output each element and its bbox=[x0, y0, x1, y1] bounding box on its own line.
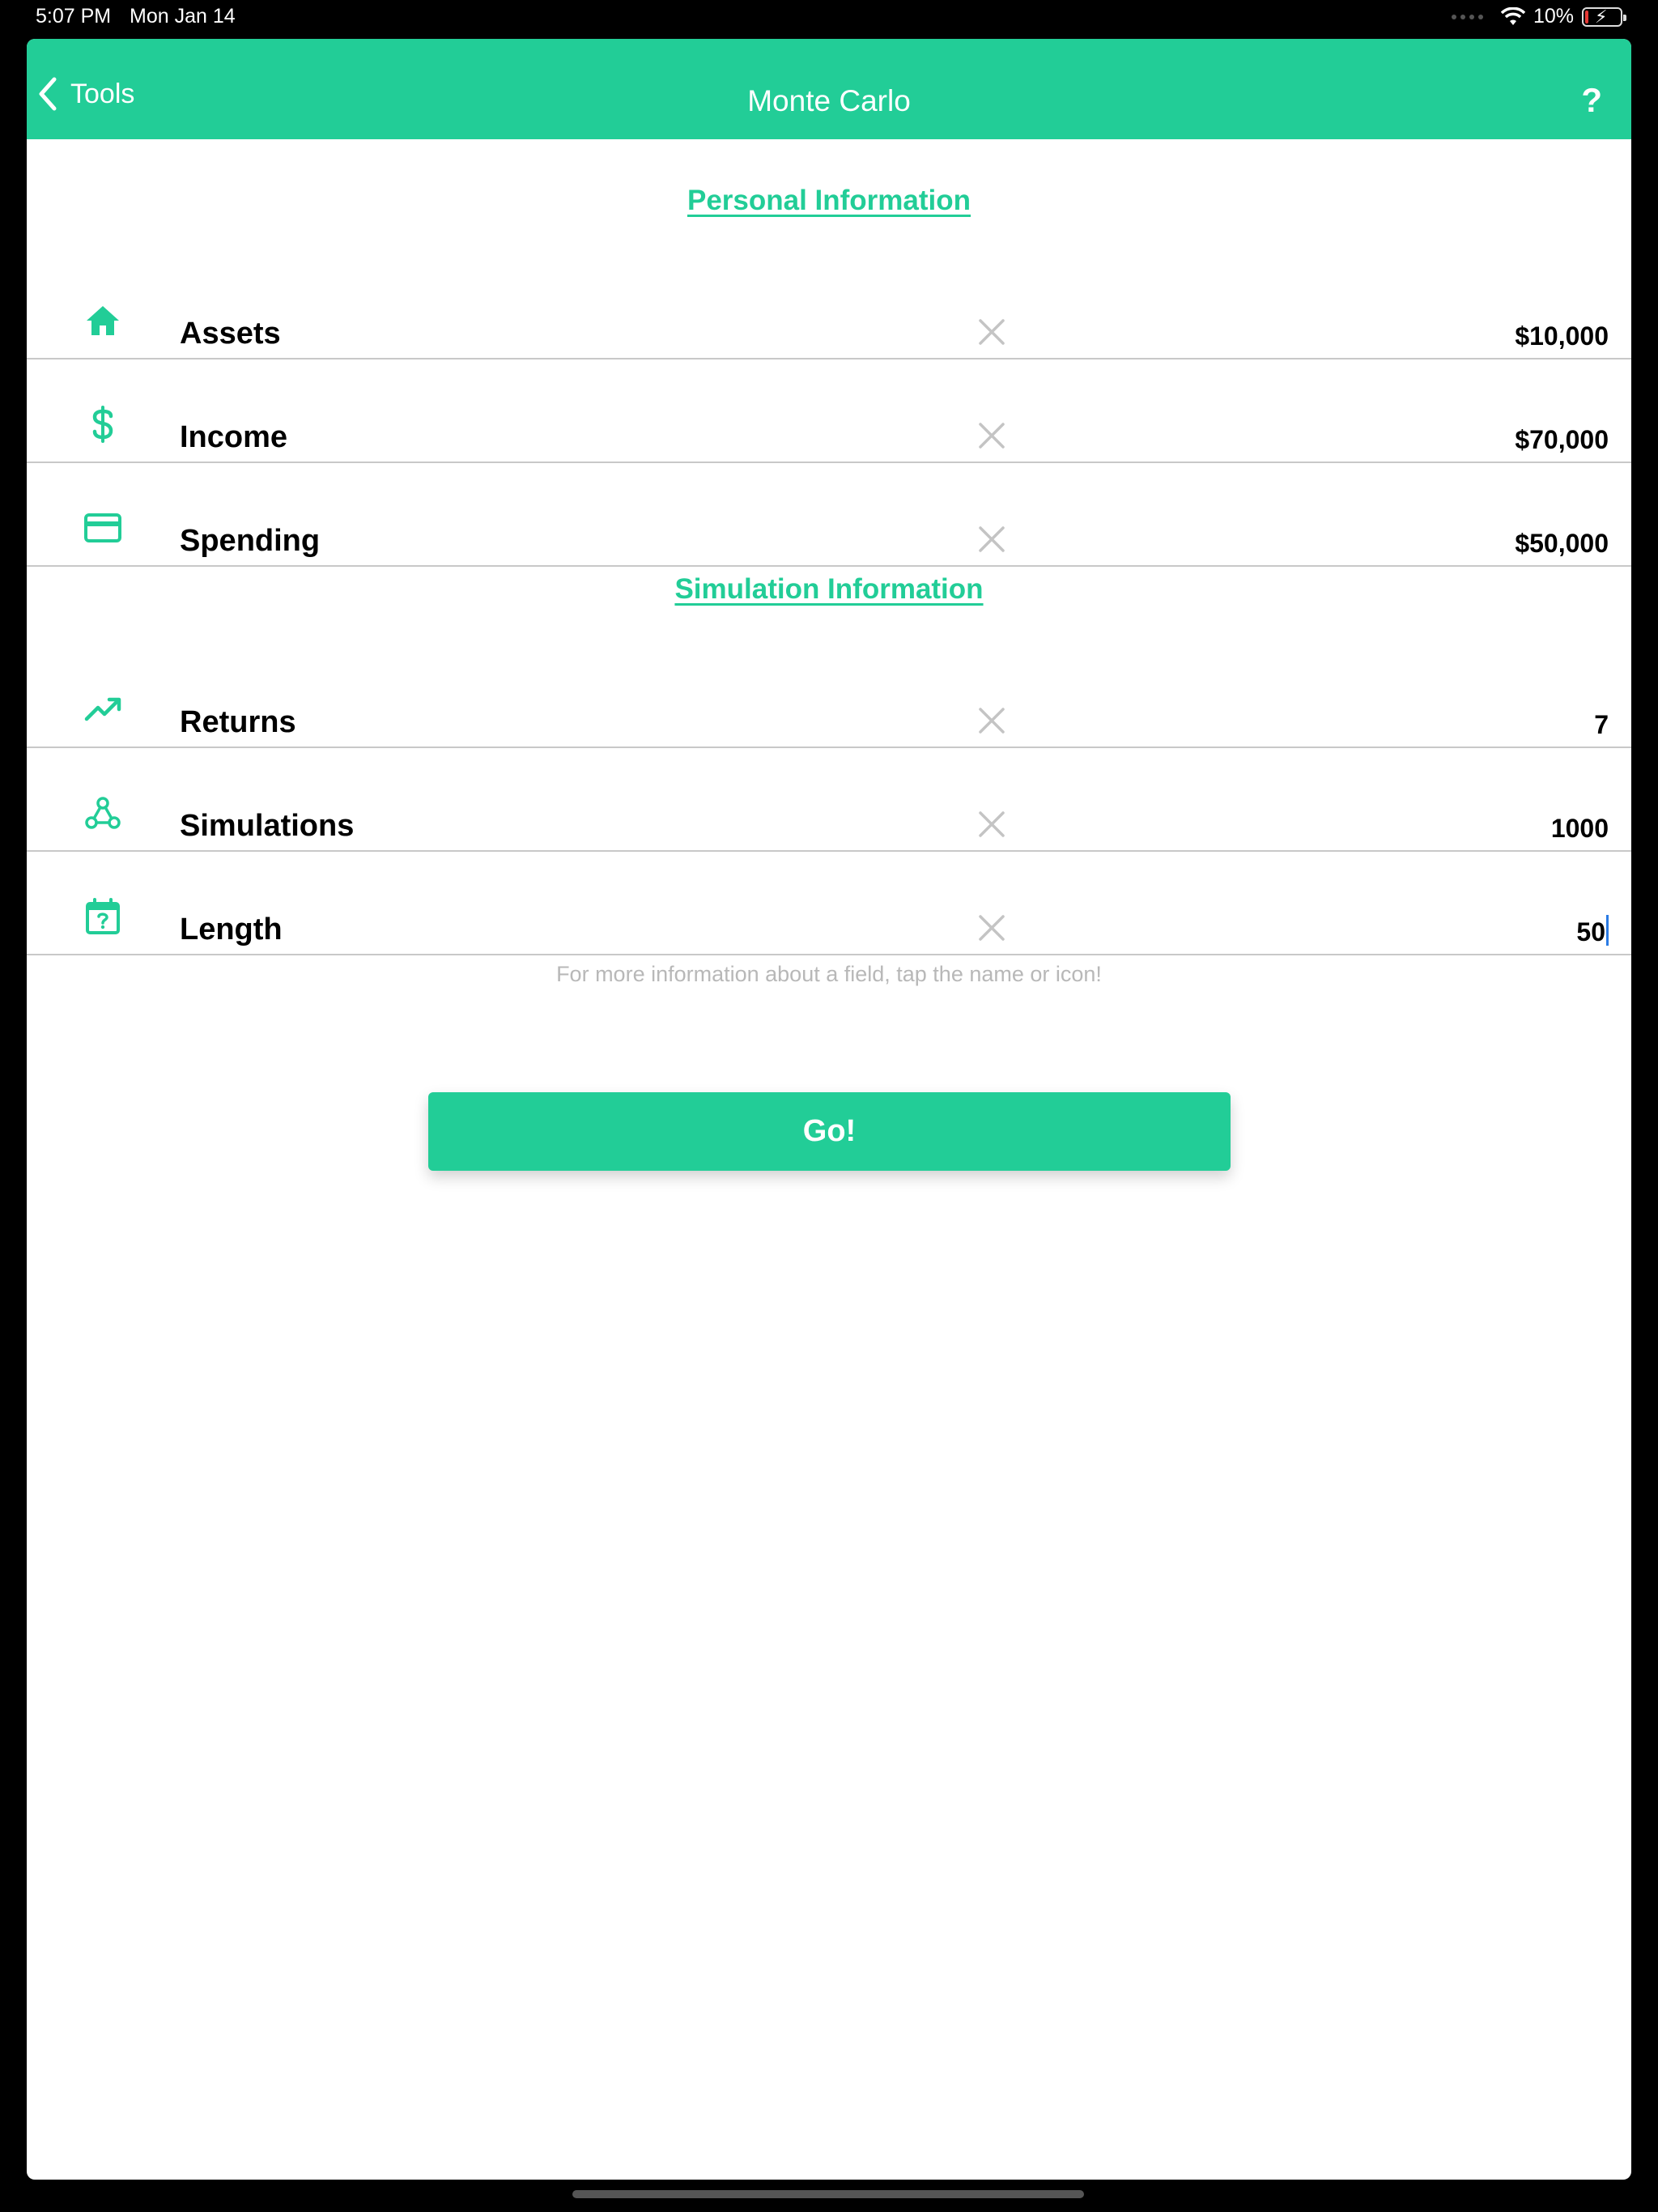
income-row: Income $70,000 bbox=[27, 359, 1631, 463]
credit-card-icon[interactable] bbox=[83, 508, 122, 547]
home-indicator[interactable] bbox=[572, 2190, 1084, 2198]
income-input[interactable]: $70,000 bbox=[1515, 425, 1609, 455]
assets-label[interactable]: Assets bbox=[180, 317, 281, 351]
length-input[interactable]: 50 bbox=[1576, 915, 1609, 947]
battery-fill bbox=[1585, 10, 1588, 23]
spending-label[interactable]: Spending bbox=[180, 524, 320, 559]
navigation-bar: Tools Monte Carlo ? bbox=[27, 39, 1631, 139]
assets-clear-icon[interactable] bbox=[976, 316, 1008, 348]
app-window: Tools Monte Carlo ? Personal Information… bbox=[27, 39, 1631, 2180]
spending-clear-icon[interactable] bbox=[976, 523, 1008, 555]
income-label[interactable]: Income bbox=[180, 420, 287, 455]
length-row: Length 50 bbox=[27, 852, 1631, 955]
go-button[interactable]: Go! bbox=[428, 1092, 1231, 1171]
length-input-value: 50 bbox=[1576, 917, 1605, 946]
status-date: Mon Jan 14 bbox=[130, 5, 236, 28]
wifi-icon bbox=[1500, 6, 1525, 25]
income-clear-icon[interactable] bbox=[976, 419, 1008, 452]
dollar-icon[interactable] bbox=[83, 405, 122, 444]
length-clear-icon[interactable] bbox=[976, 912, 1008, 944]
simulations-clear-icon[interactable] bbox=[976, 808, 1008, 840]
spending-row: Spending $50,000 bbox=[27, 463, 1631, 567]
returns-clear-icon[interactable] bbox=[976, 704, 1008, 737]
hint-text: For more information about a field, tap … bbox=[556, 962, 1102, 986]
status-time: 5:07 PM bbox=[36, 5, 112, 28]
text-cursor bbox=[1606, 915, 1609, 946]
cellular-signal-icon bbox=[1451, 14, 1483, 19]
simulations-input[interactable]: 1000 bbox=[1551, 814, 1609, 844]
simulations-label[interactable]: Simulations bbox=[180, 809, 354, 844]
returns-row: Returns 7 bbox=[27, 644, 1631, 748]
trending-up-icon[interactable] bbox=[83, 690, 122, 729]
spending-input[interactable]: $50,000 bbox=[1515, 529, 1609, 559]
returns-label[interactable]: Returns bbox=[180, 705, 296, 740]
simulation-information-heading[interactable]: Simulation Information bbox=[27, 573, 1631, 606]
assets-input[interactable]: $10,000 bbox=[1515, 321, 1609, 351]
calendar-question-icon[interactable] bbox=[83, 897, 122, 936]
battery-percent: 10% bbox=[1533, 5, 1574, 28]
help-button[interactable]: ? bbox=[1581, 81, 1602, 120]
webhook-icon[interactable] bbox=[83, 793, 122, 832]
page-title: Monte Carlo bbox=[747, 84, 911, 117]
length-label[interactable]: Length bbox=[180, 912, 283, 947]
personal-information-heading[interactable]: Personal Information bbox=[27, 185, 1631, 217]
battery-icon: ⚡ bbox=[1582, 6, 1626, 27]
home-icon[interactable] bbox=[83, 301, 122, 340]
simulations-row: Simulations 1000 bbox=[27, 748, 1631, 852]
status-bar: 5:07 PM Mon Jan 14 10% ⚡ bbox=[0, 0, 1658, 36]
assets-row: Assets $10,000 bbox=[27, 256, 1631, 359]
returns-input[interactable]: 7 bbox=[1594, 710, 1609, 740]
status-indicators: 10% ⚡ bbox=[1451, 5, 1626, 28]
charging-bolt-icon: ⚡ bbox=[1595, 6, 1608, 27]
